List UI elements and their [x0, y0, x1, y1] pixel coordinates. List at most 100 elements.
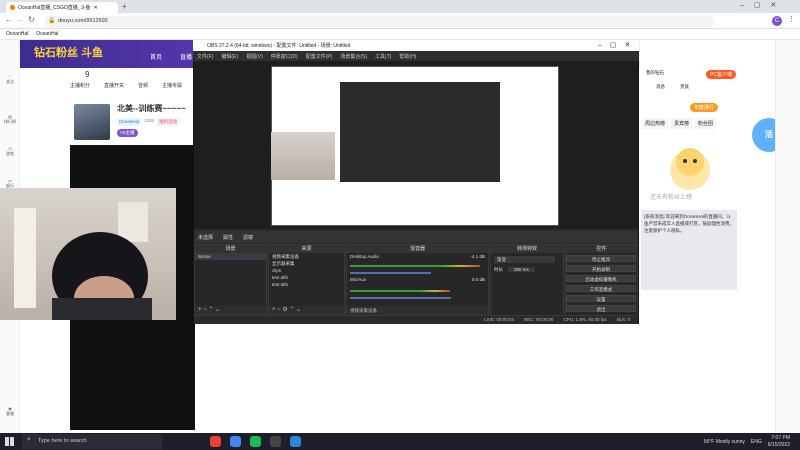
- noble-label[interactable]: 贵族: [680, 84, 689, 90]
- obs-title-bar: OBS 27.2.4 (64-bit, windows) - 配置文件: Unt…: [193, 40, 639, 51]
- audio-mixer-dock: 混音器 Desktop Audio -4.1 dB Mic/Aux 0.0 dB…: [346, 244, 489, 316]
- nav-service[interactable]: ◉ 客服: [0, 406, 20, 417]
- captured-obs-recursion: [340, 82, 500, 182]
- close-tab-icon[interactable]: ✕: [94, 5, 98, 11]
- obs-status-bar: LIVE: 00:00:04 REC: 00:00:00 CPU: 1.8%, …: [194, 316, 638, 324]
- captured-webcam: [271, 132, 335, 180]
- track-meter: [350, 290, 450, 292]
- track-fader[interactable]: [350, 297, 452, 299]
- profile-avatar[interactable]: C: [772, 16, 782, 26]
- studio-mode-button[interactable]: 工作室模式: [566, 285, 636, 292]
- source-dock-buttons[interactable]: + − ⚙ ⌃ ⌄: [269, 306, 344, 315]
- settings-button[interactable]: 设置: [566, 295, 636, 302]
- app-icon[interactable]: [230, 436, 241, 447]
- menu-view[interactable]: 视图(V): [246, 53, 263, 61]
- windows-start-icon[interactable]: [5, 437, 14, 446]
- url-field[interactable]: douyu.com/9512692: [44, 16, 714, 27]
- diamond-label[interactable]: 我的钻石: [646, 70, 664, 76]
- source-item[interactable]: clips: [269, 267, 344, 274]
- sources-dock: 来源 视频采集设备 显示器采集 clips text ahh text ahh …: [268, 244, 345, 316]
- track-meter: [350, 265, 480, 267]
- dock-title: 来源: [269, 245, 344, 253]
- obs-window-controls[interactable]: –▢✕: [598, 41, 638, 49]
- virtual-camera-button[interactable]: 启动虚拟摄像机: [566, 275, 636, 282]
- menu-profile[interactable]: 配置文件(P): [306, 53, 333, 61]
- stat-label[interactable]: 主播积分: [70, 82, 90, 89]
- anchor-stats-row: 9 主播积分 直播开关 音频 主播专属: [70, 70, 182, 89]
- tab-fans[interactable]: 粉丝团: [695, 118, 717, 129]
- exit-button[interactable]: 退出: [566, 305, 636, 312]
- tab-hot[interactable]: 周边热榜: [642, 118, 669, 129]
- dock-title: 场景: [195, 245, 266, 253]
- bookmark-item[interactable]: OceanHal: [36, 31, 58, 37]
- browser-tab-bar: [0, 0, 800, 13]
- duration-input[interactable]: 300 ms: [508, 267, 535, 272]
- menu-tools[interactable]: 工具(T): [375, 53, 391, 61]
- explorer-icon[interactable]: [290, 436, 301, 447]
- ranking-button[interactable]: 年度排行: [690, 103, 719, 112]
- menu-help[interactable]: 帮助(H): [399, 53, 416, 61]
- douyu-favicon-icon: [10, 5, 15, 10]
- reload-icon[interactable]: ↻: [28, 15, 35, 24]
- menu-file[interactable]: 文件(F): [197, 53, 213, 61]
- tab-vip[interactable]: 贵宾榜: [671, 118, 693, 129]
- mixer-track-header: Desktop Audio -4.1 dB: [347, 253, 488, 260]
- browser-tab[interactable]: OceanHal直播_CSGO直播_斗鱼 ✕: [6, 2, 118, 13]
- right-toolbar: [775, 40, 800, 433]
- source-item[interactable]: 显示器采集: [269, 260, 344, 267]
- start-recording-button[interactable]: 开始录制: [566, 265, 636, 272]
- source-item[interactable]: text ahh: [269, 274, 344, 281]
- chrome-icon[interactable]: [210, 436, 221, 447]
- cpu-usage: CPU: 1.8%, 60.00 fps: [563, 317, 607, 322]
- anchor-tag[interactable]: OceanHal: [117, 118, 142, 126]
- weather-widget[interactable]: 56°F Mostly sunny: [704, 439, 745, 445]
- source-item[interactable]: 视频采集设备: [269, 253, 344, 260]
- nav-rank[interactable]: ▤ 排行榜: [0, 114, 20, 125]
- taskbar-search[interactable]: Type here to search: [22, 434, 162, 449]
- anchor-avatar[interactable]: [74, 104, 110, 140]
- track-name: Mic/Aux: [350, 277, 367, 282]
- stop-streaming-button[interactable]: 停止推流: [566, 255, 636, 262]
- bookmark-item[interactable]: OceanHal: [6, 31, 28, 37]
- filters-button[interactable]: 滤镜: [243, 234, 253, 241]
- menu-edit[interactable]: 编辑(E): [221, 53, 238, 61]
- scene-dock-buttons[interactable]: + − ⌃ ⌄: [195, 306, 266, 315]
- date: 6/15/2022: [767, 441, 790, 448]
- clock[interactable]: 7:07 PM 6/15/2022: [768, 435, 790, 449]
- pc-client-button[interactable]: PC客户端: [706, 70, 736, 79]
- track-fader[interactable]: [350, 272, 431, 274]
- chrome-menu-icon[interactable]: ⋮: [788, 15, 795, 23]
- panel-tabs: 周边热榜 贵宾榜 粉丝团: [642, 118, 717, 129]
- menu-docks[interactable]: 停靠窗口(D): [271, 53, 298, 61]
- message-label[interactable]: 消息: [656, 84, 665, 90]
- track-name: Desktop Audio: [350, 254, 380, 259]
- scenes-dock: 场景 Scene + − ⌃ ⌄: [194, 244, 267, 316]
- header-link[interactable]: 直播: [180, 52, 192, 61]
- scene-item[interactable]: Scene: [195, 253, 266, 260]
- back-icon[interactable]: ←: [5, 15, 13, 24]
- new-tab-button[interactable]: +: [122, 2, 127, 11]
- language-indicator[interactable]: ENG: [751, 439, 762, 445]
- header-link[interactable]: 首页: [150, 52, 162, 61]
- obs-taskbar-icon[interactable]: [270, 436, 281, 447]
- douyu-logo[interactable]: 钻石粉丝 斗鱼: [34, 44, 103, 60]
- duration-row: 时长 300 ms: [491, 266, 563, 273]
- source-item[interactable]: text ahh: [269, 281, 344, 288]
- nav-follow[interactable]: ♡ 关注: [0, 74, 20, 85]
- menu-scene-collection[interactable]: 场景集合(S): [340, 53, 367, 61]
- anchor-tag: 1285: [144, 118, 155, 123]
- mascot-illustration: [670, 148, 710, 190]
- window-controls[interactable]: –▢✕: [740, 1, 786, 9]
- properties-button[interactable]: 属性: [223, 234, 233, 241]
- anchor-tag[interactable]: 福利活动: [157, 118, 180, 126]
- stat-label[interactable]: 直播开关: [104, 82, 124, 89]
- lock-icon: 🔒: [48, 18, 56, 24]
- forward-icon[interactable]: →: [16, 15, 24, 24]
- spotify-icon[interactable]: [250, 436, 261, 447]
- transition-select[interactable]: 渐变: [494, 256, 555, 263]
- time: 7:07 PM: [771, 434, 790, 441]
- nav-game[interactable]: ◷ 游戏: [0, 146, 20, 157]
- stat-label[interactable]: 主播专属: [162, 82, 182, 89]
- mixer-footer: 视频采集设备: [347, 306, 488, 315]
- stat-label[interactable]: 音频: [138, 82, 148, 89]
